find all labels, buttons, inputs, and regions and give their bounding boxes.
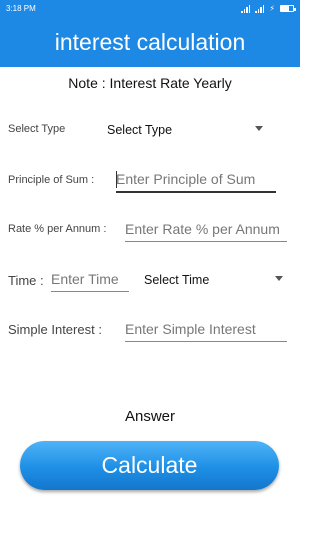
rate-label: Rate % per Annum :: [8, 223, 107, 235]
rate-input[interactable]: [125, 220, 287, 242]
select-type-label: Select Type: [8, 123, 66, 135]
principle-input[interactable]: [116, 171, 276, 193]
type-spinner-value: Select Type: [107, 123, 173, 137]
battery-icon: [280, 5, 296, 12]
type-spinner[interactable]: Select Type: [100, 116, 270, 142]
time-unit-value: Select Time: [144, 273, 210, 287]
calculate-button[interactable]: Calculate: [20, 441, 279, 490]
app-title: interest calculation: [54, 28, 246, 55]
time-label: Time :: [8, 273, 44, 288]
note-text: Note : Interest Rate Yearly: [68, 75, 232, 91]
dropdown-arrow-icon: [255, 126, 263, 131]
time-input[interactable]: [51, 270, 129, 292]
dropdown-arrow-icon: [275, 276, 283, 281]
principle-label: Principle of Sum :: [8, 174, 95, 186]
time-unit-spinner[interactable]: Select Time: [138, 266, 288, 292]
status-icons: ⚡: [241, 4, 296, 13]
simple-interest-input[interactable]: [125, 320, 287, 342]
signal-icon: [241, 4, 251, 13]
charging-icon: ⚡: [269, 4, 275, 13]
answer-label: Answer: [124, 408, 176, 425]
simple-interest-label: Simple Interest :: [8, 322, 102, 337]
signal-icon-2: [255, 4, 265, 13]
status-time: 3:18 PM: [6, 4, 36, 13]
text-cursor: [116, 171, 117, 188]
app-bar: interest calculation: [0, 17, 300, 67]
status-bar: 3:18 PM ⚡: [0, 0, 300, 17]
